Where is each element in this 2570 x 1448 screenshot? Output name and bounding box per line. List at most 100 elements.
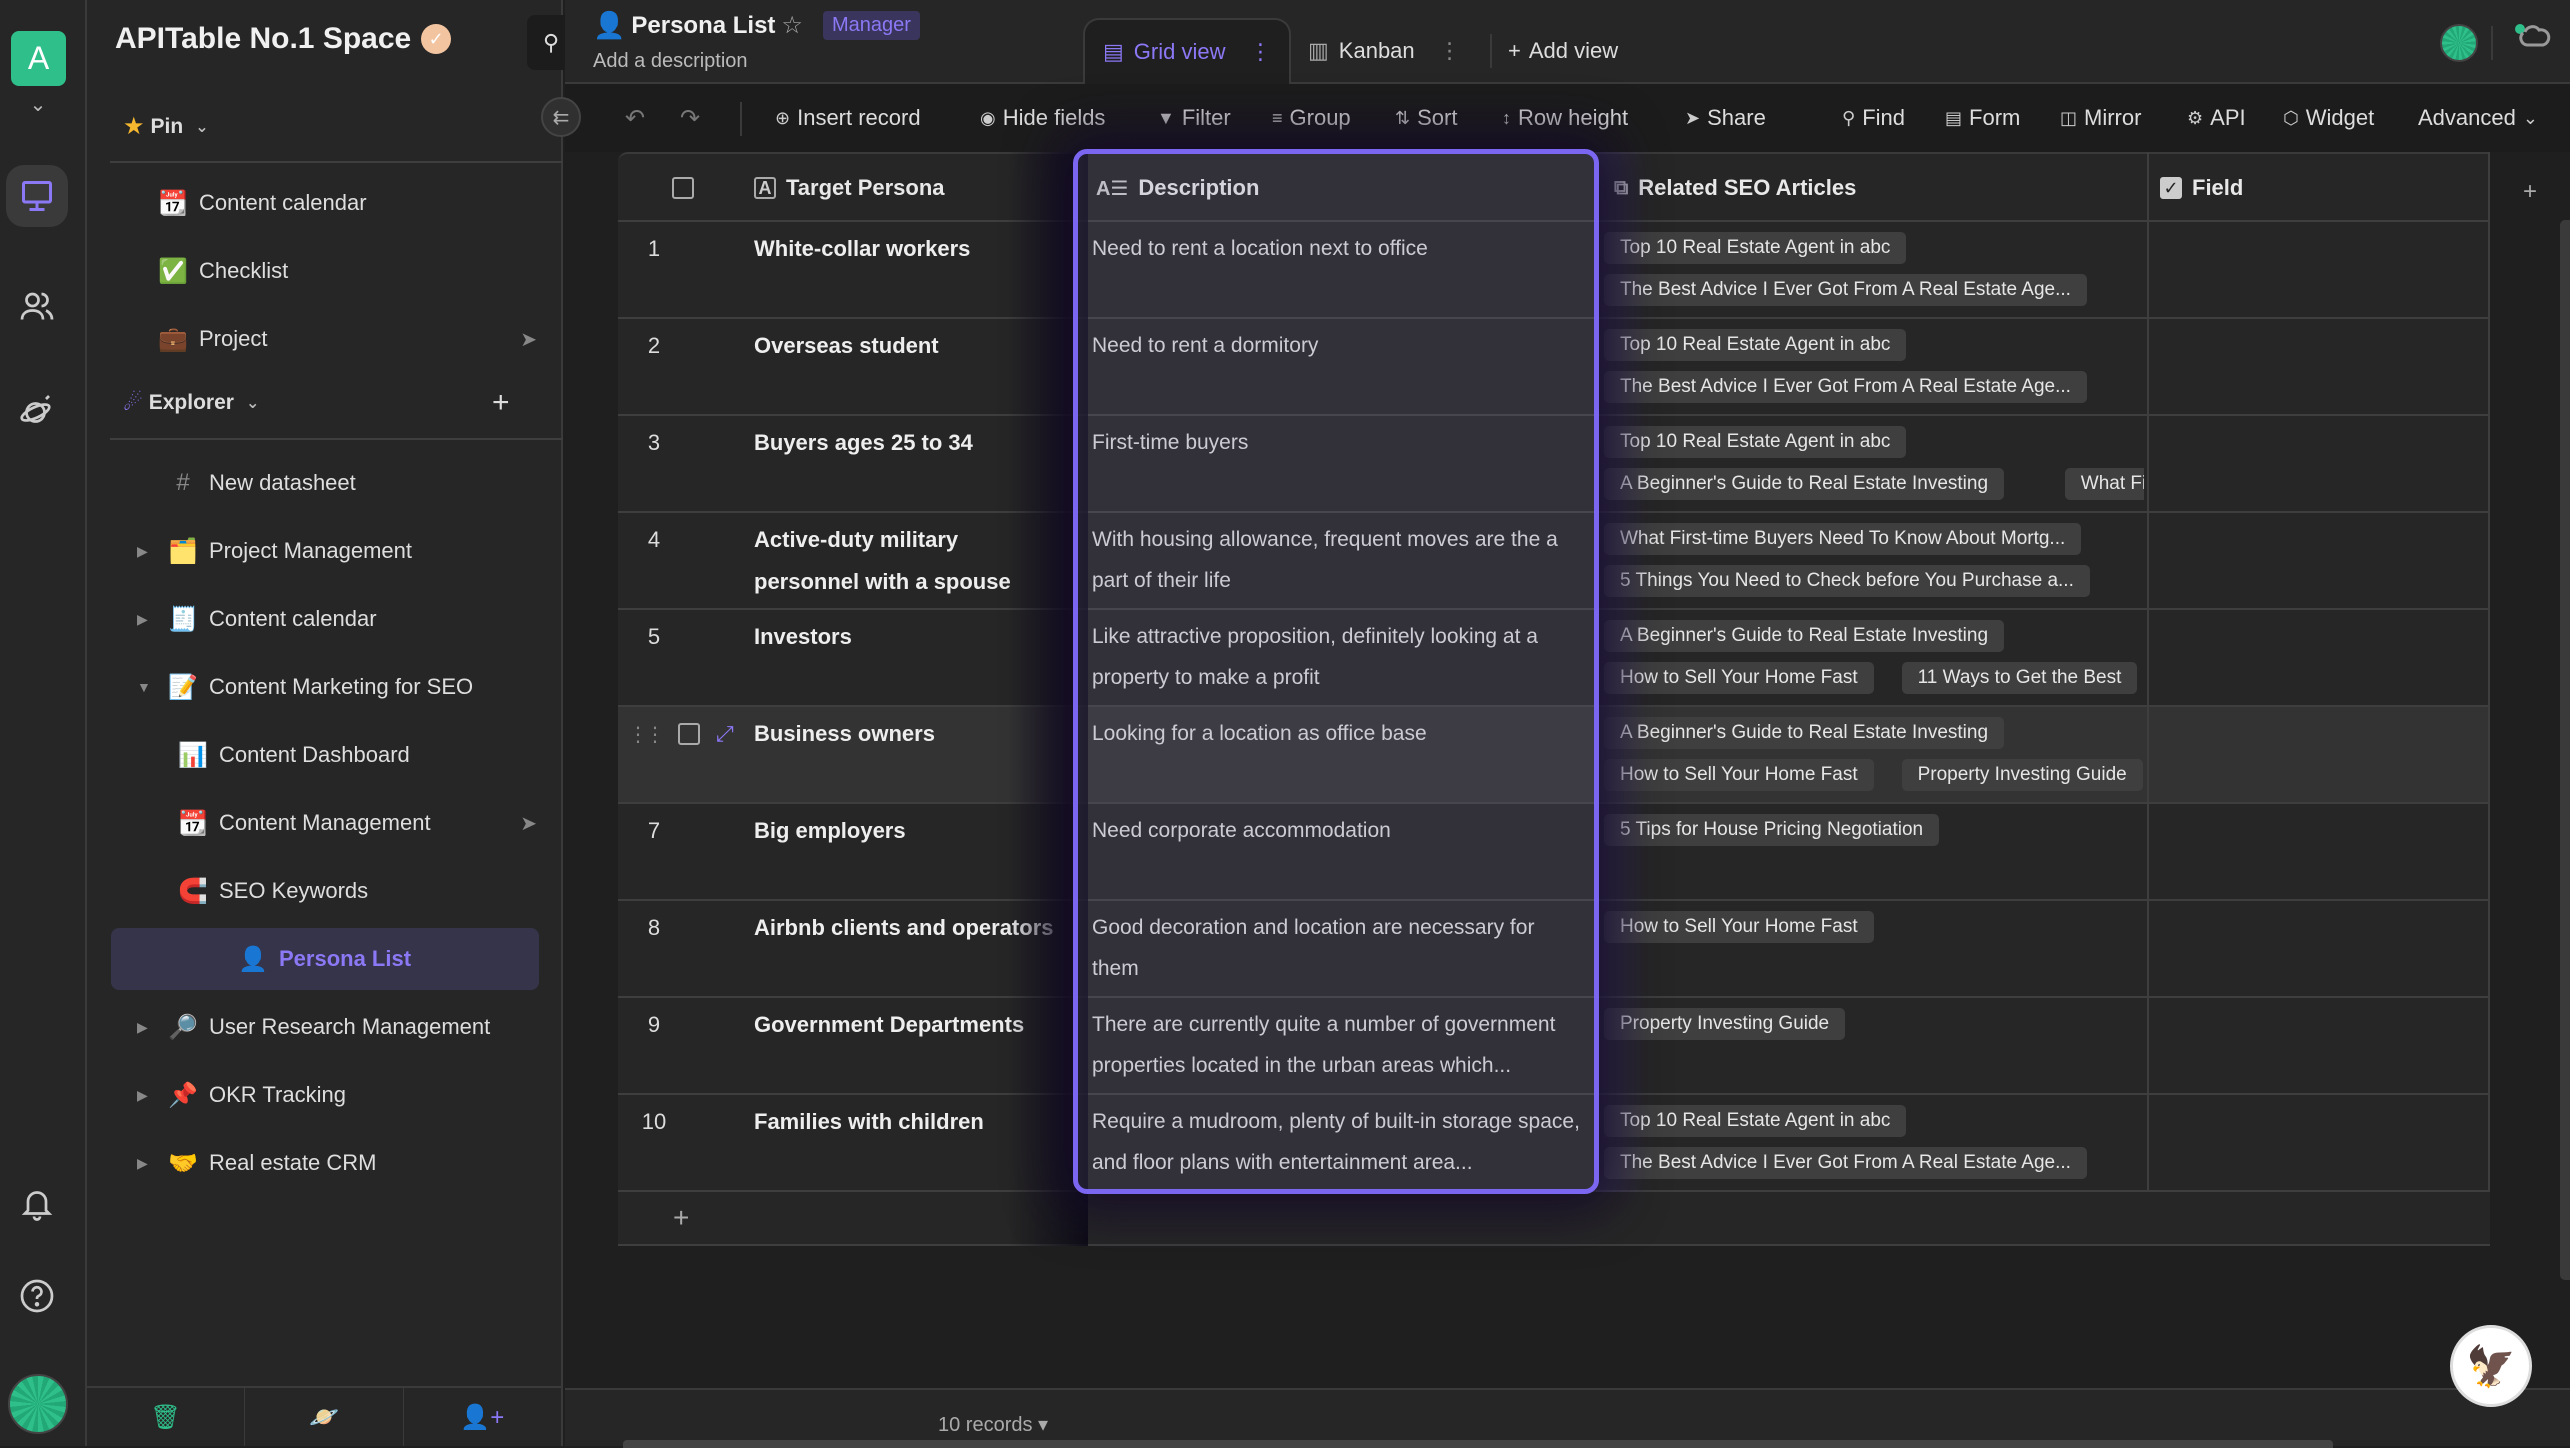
- sidebar-item[interactable]: ▶ 🗂️ Project Management: [137, 520, 537, 582]
- pinned-item[interactable]: 💼 Project ➤: [157, 308, 537, 370]
- linked-record-tag[interactable]: Property Investing Guide: [1901, 759, 2143, 791]
- linked-record-tag[interactable]: Top 10 Real Estate Agent in abc: [1604, 426, 1907, 458]
- linked-record-tag[interactable]: What First-time Buyers Need To Know Abou…: [1604, 523, 2082, 555]
- cell-related-seo-articles[interactable]: Property Investing Guide: [1604, 1008, 2144, 1094]
- cell-description[interactable]: Need to rent a location next to office: [1092, 228, 1582, 312]
- column-header-target-persona[interactable]: A Target Persona: [742, 154, 945, 222]
- sidebar-item[interactable]: ▶ 🔎 User Research Management: [137, 996, 537, 1058]
- members-icon[interactable]: [6, 275, 68, 337]
- space-avatar[interactable]: A: [11, 31, 66, 86]
- tab-grid-view[interactable]: ▤ Grid view ⋮: [1083, 18, 1292, 84]
- cell-field[interactable]: [2149, 610, 2488, 705]
- sidebar-item[interactable]: 👤 Persona List: [111, 928, 539, 990]
- caret-right-icon[interactable]: ▶: [137, 611, 157, 628]
- cell-description[interactable]: Need to rent a dormitory: [1092, 325, 1582, 409]
- drag-handle-icon[interactable]: ⋮⋮: [628, 722, 665, 747]
- row-height-button[interactable]: ↕ Row height: [1502, 102, 1628, 134]
- table-row[interactable]: 8 Airbnb clients and operators Good decora…: [618, 901, 2490, 998]
- cell-field[interactable]: [2149, 416, 2488, 511]
- sidebar-item[interactable]: ▶ 📌 OKR Tracking: [137, 1064, 537, 1126]
- space-switch-chevron-icon[interactable]: ⌄: [27, 92, 49, 116]
- sidebar-item[interactable]: 📊 Content Dashboard: [177, 724, 537, 786]
- cell-description[interactable]: Require a mudroom, plenty of built-in st…: [1092, 1101, 1582, 1185]
- cell-field[interactable]: [2149, 707, 2488, 802]
- cell-description[interactable]: Looking for a location as office base: [1092, 713, 1582, 797]
- table-row[interactable]: 7 Big employers Need corporate accommodati…: [618, 804, 2490, 901]
- redo-icon[interactable]: ↷: [680, 104, 700, 133]
- caret-right-icon[interactable]: ▶: [137, 1155, 157, 1172]
- help-icon[interactable]: [6, 1265, 68, 1327]
- vertical-scrollbar[interactable]: [2560, 220, 2570, 1280]
- linked-record-tag[interactable]: The Best Advice I Ever Got From A Real E…: [1604, 371, 2087, 403]
- table-row[interactable]: ⋮⋮ ⤢ Business owners Looking for a location…: [618, 707, 2490, 804]
- notification-icon[interactable]: [6, 1172, 68, 1234]
- datasheet-name[interactable]: Persona List: [631, 12, 775, 40]
- cell-target-persona[interactable]: White-collar workers: [754, 228, 1054, 312]
- table-row[interactable]: 2 Overseas student Need to rent a dormitor…: [618, 319, 2490, 416]
- add-row-button[interactable]: +: [618, 1192, 2490, 1246]
- sidebar-item[interactable]: ▶ 🤝 Real estate CRM: [137, 1132, 537, 1194]
- template-icon[interactable]: 🪐: [245, 1388, 404, 1446]
- cell-field[interactable]: [2149, 804, 2488, 899]
- cell-field[interactable]: [2149, 513, 2488, 608]
- table-row[interactable]: 10 Families with children Require a mudroo…: [618, 1095, 2490, 1192]
- add-node-button[interactable]: +: [492, 386, 510, 420]
- find-button[interactable]: ⚲ Find: [1842, 102, 1905, 134]
- expand-record-icon[interactable]: ⤢: [716, 721, 734, 747]
- sidebar-item[interactable]: ▼ 📝 Content Marketing for SEO: [137, 656, 537, 718]
- invite-member-icon[interactable]: 👤+: [404, 1388, 561, 1446]
- add-column-button[interactable]: +: [2523, 178, 2537, 206]
- cell-description[interactable]: First-time buyers: [1092, 422, 1582, 506]
- cell-related-seo-articles[interactable]: 5 Tips for House Pricing Negotiation: [1604, 814, 2144, 900]
- user-avatar[interactable]: [8, 1374, 68, 1434]
- pinned-item[interactable]: ✅ Checklist: [157, 240, 537, 302]
- cell-target-persona[interactable]: Active-duty military personnel with a sp…: [754, 519, 1054, 603]
- linked-record-tag[interactable]: Top 10 Real Estate Agent in abc: [1604, 1105, 1907, 1137]
- sync-cloud-icon[interactable]: [2513, 20, 2557, 60]
- linked-record-tag[interactable]: The Best Advice I Ever Got From A Real E…: [1604, 1147, 2087, 1179]
- insert-record-button[interactable]: ⊕ Insert record: [775, 102, 921, 134]
- cell-field[interactable]: [2149, 222, 2488, 317]
- linked-record-tag[interactable]: 5 Tips for House Pricing Negotiation: [1604, 814, 1940, 846]
- undo-icon[interactable]: ↶: [625, 104, 645, 133]
- group-button[interactable]: ≡ Group: [1272, 102, 1351, 134]
- table-row[interactable]: 9 Government Departments There are current…: [618, 998, 2490, 1095]
- linked-record-tag[interactable]: How to Sell Your Home Fast: [1604, 662, 1874, 694]
- table-row[interactable]: 4 Active-duty military personnel with a s…: [618, 513, 2490, 610]
- share-button[interactable]: ➤ Share: [1685, 102, 1766, 134]
- cell-related-seo-articles[interactable]: Top 10 Real Estate Agent in abc The Best …: [1604, 232, 2144, 318]
- sidebar-item[interactable]: # New datasheet: [137, 452, 537, 514]
- cell-related-seo-articles[interactable]: What First-time Buyers Need To Know Abou…: [1604, 523, 2144, 609]
- cell-target-persona[interactable]: Big employers: [754, 810, 1054, 894]
- cell-related-seo-articles[interactable]: Top 10 Real Estate Agent in abc The Best …: [1604, 329, 2144, 415]
- cell-target-persona[interactable]: Airbnb clients and operators: [754, 907, 1054, 991]
- linked-record-tag[interactable]: A Beginner's Guide to Real Estate Invest…: [1604, 620, 2005, 652]
- cell-target-persona[interactable]: Business owners: [754, 713, 1054, 797]
- assistant-avatar[interactable]: 🦅: [2450, 1325, 2532, 1407]
- caret-down-icon[interactable]: ▼: [137, 679, 157, 695]
- explorer-section-header[interactable]: ☄ Explorer ⌄: [123, 390, 259, 416]
- explore-icon[interactable]: [6, 380, 68, 442]
- linked-record-tag[interactable]: 5 Things You Need to Check before You Pu…: [1604, 565, 2090, 597]
- api-button[interactable]: ⚙ API: [2187, 102, 2246, 134]
- linked-record-tag[interactable]: A Beginner's Guide to Real Estate Invest…: [1604, 717, 2005, 749]
- cell-description[interactable]: Like attractive proposition, definitely …: [1092, 616, 1582, 700]
- filter-button[interactable]: ▼ Filter: [1157, 102, 1231, 134]
- form-button[interactable]: ▤ Form: [1945, 102, 2020, 134]
- caret-right-icon[interactable]: ▶: [137, 543, 157, 560]
- more-options-icon[interactable]: ⋮: [1439, 38, 1461, 64]
- linked-record-tag[interactable]: Property Investing Guide: [1604, 1008, 1846, 1040]
- pin-section-header[interactable]: ★ Pin ⌄: [123, 112, 209, 141]
- trash-icon[interactable]: 🗑: [87, 1388, 246, 1446]
- hide-fields-button[interactable]: ◉ Hide fields: [980, 102, 1105, 134]
- horizontal-scrollbar[interactable]: [623, 1440, 2333, 1448]
- cell-target-persona[interactable]: Overseas student: [754, 325, 1054, 409]
- sidebar-item[interactable]: ▶ 🧾 Content calendar: [137, 588, 537, 650]
- workbench-icon[interactable]: [6, 165, 68, 227]
- linked-record-tag[interactable]: Top 10 Real Estate Agent in abc: [1604, 232, 1907, 264]
- cell-description[interactable]: With housing allowance, frequent moves a…: [1092, 519, 1582, 603]
- more-options-icon[interactable]: ⋮: [1249, 39, 1271, 65]
- cell-field[interactable]: [2149, 1095, 2488, 1190]
- cell-field[interactable]: [2149, 901, 2488, 996]
- cell-related-seo-articles[interactable]: A Beginner's Guide to Real Estate Invest…: [1604, 620, 2144, 706]
